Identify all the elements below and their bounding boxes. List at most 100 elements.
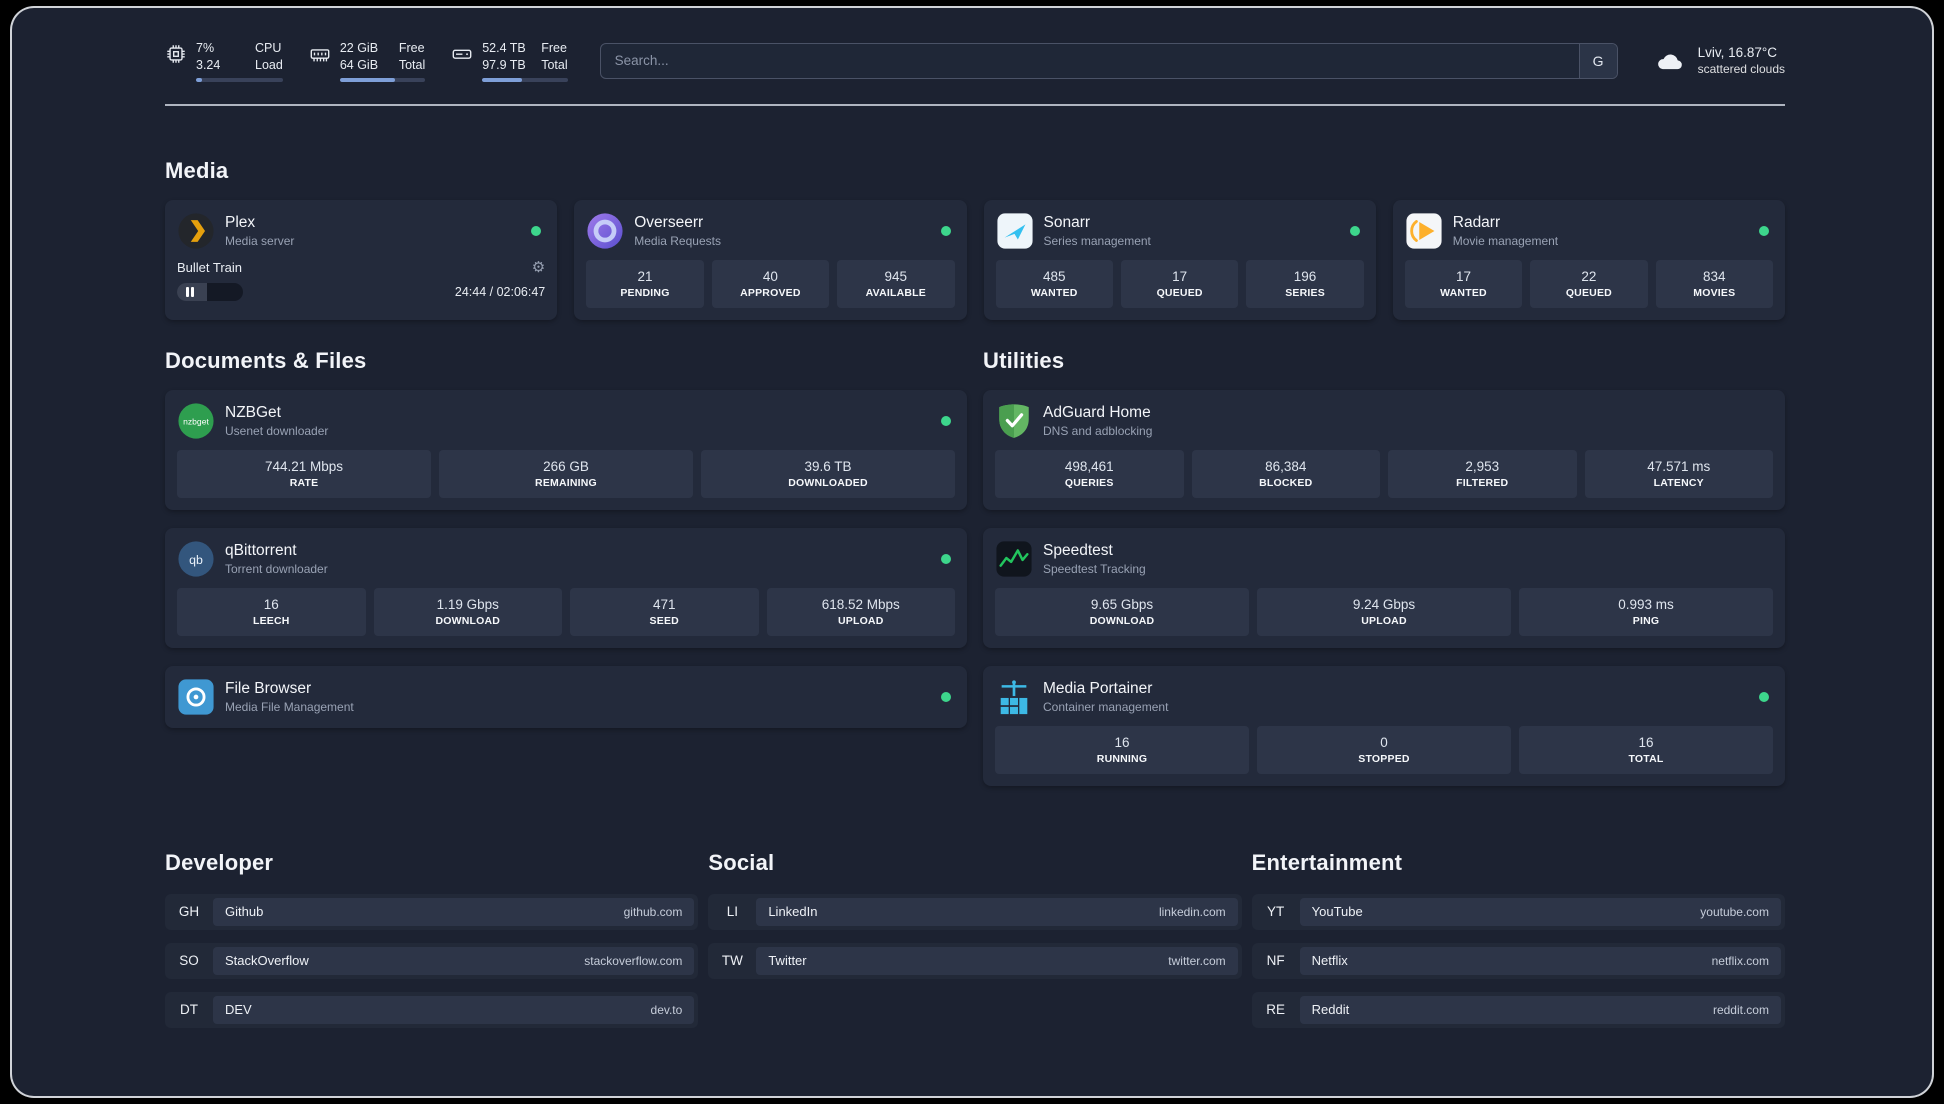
cpu-usage-bar <box>196 77 283 82</box>
bookmark-youtube[interactable]: YT YouTube youtube.com <box>1251 893 1785 930</box>
nzbget-icon: nzbget <box>177 402 215 440</box>
qbittorrent-icon: qb <box>177 540 215 578</box>
stat-label: QUEUED <box>1565 286 1612 299</box>
app-name: qBittorrent <box>225 541 297 559</box>
nzbget-stats: 744.21 Mbps RATE 266 GB REMAINING 39.6 T… <box>177 449 955 498</box>
disk-icon <box>452 49 472 59</box>
speedtest-stats: 9.65 Gbps DOWNLOAD 9.24 Gbps UPLOAD 0.99… <box>995 587 1773 636</box>
stat-upload: 618.52 Mbps UPLOAD <box>766 587 955 636</box>
stat-value: 9.65 Gbps <box>1090 596 1154 612</box>
bookmark-abbr: TW <box>721 953 743 969</box>
stat-pending: 21 PENDING <box>586 259 704 308</box>
stat-latency: 47.571 ms LATENCY <box>1584 449 1773 498</box>
stat-value: 945 <box>884 268 908 284</box>
filebrowser-icon <box>177 678 215 716</box>
disk-total-value: 97.9 TB <box>482 57 526 72</box>
bookmark-dev[interactable]: DT DEV dev.to <box>165 991 699 1028</box>
disk-usage-bar <box>482 77 568 82</box>
app-desc: Speedtest Tracking <box>1043 561 1146 576</box>
qbittorrent-card[interactable]: qb qBittorrent Torrent downloader 16 LEE… <box>165 527 967 648</box>
nzbget-card[interactable]: nzbget NZBGet Usenet downloader 744.21 M… <box>165 389 967 510</box>
stat-label: STOPPED <box>1358 752 1410 765</box>
bookmarks-entertainment: Entertainment YT YouTube youtube.com NF … <box>1251 850 1785 1041</box>
stat-value: 39.6 TB <box>804 458 852 474</box>
stat-label: WANTED <box>1440 286 1487 299</box>
overseerr-card[interactable]: Overseerr Media Requests 21 PENDING 40 A… <box>574 199 967 320</box>
stat-label: RATE <box>289 476 319 489</box>
seek-bar[interactable] <box>177 282 243 301</box>
stat-label: DOWNLOAD <box>1089 614 1155 627</box>
app-desc: Media server <box>225 233 295 248</box>
stat-value: 485 <box>1042 268 1066 284</box>
speedtest-card[interactable]: Speedtest Speedtest Tracking 9.65 Gbps D… <box>983 527 1785 648</box>
plex-icon <box>177 212 215 250</box>
app-name: Radarr <box>1452 213 1501 231</box>
portainer-card-header: Media Portainer Container management <box>995 678 1773 716</box>
bookmark-reddit[interactable]: RE Reddit reddit.com <box>1251 991 1785 1028</box>
stat-blocked: 86,384 BLOCKED <box>1191 449 1380 498</box>
stat-label: DOWNLOADED <box>788 476 868 489</box>
app-name: Speedtest <box>1043 541 1113 559</box>
bookmark-url: reddit.com <box>1712 1002 1769 1017</box>
sonarr-card-header: Sonarr Series management <box>996 212 1364 250</box>
cpu-load-value: 3.24 <box>196 57 221 72</box>
bookmark-linkedin[interactable]: LI LinkedIn linkedin.com <box>708 893 1242 930</box>
stat-label: PENDING <box>620 286 670 299</box>
filebrowser-card[interactable]: File Browser Media File Management <box>165 665 967 728</box>
stat-running: 16 RUNNING <box>995 725 1249 774</box>
app-name: NZBGet <box>225 403 281 421</box>
search-engine-button[interactable]: G <box>1578 43 1617 78</box>
overseerr-stats: 21 PENDING 40 APPROVED 945 AVAILABLE <box>586 259 955 308</box>
stat-value: 16 <box>263 596 279 612</box>
search-bar: G <box>599 42 1618 79</box>
adguard-card-header: AdGuard Home DNS and adblocking <box>995 402 1773 440</box>
app-desc: Torrent downloader <box>225 561 328 576</box>
bookmark-github[interactable]: GH Github github.com <box>165 893 699 930</box>
adguard-card[interactable]: AdGuard Home DNS and adblocking 498,461 … <box>983 389 1785 510</box>
status-dot <box>941 691 951 702</box>
status-dot <box>940 225 951 236</box>
stat-queries: 498,461 QUERIES <box>995 449 1184 498</box>
overseerr-card-header: Overseerr Media Requests <box>586 212 954 250</box>
stat-value: 834 <box>1703 268 1726 284</box>
stat-value: 16 <box>1638 734 1654 750</box>
bookmark-url: twitter.com <box>1168 953 1226 968</box>
stat-label: DOWNLOAD <box>435 614 501 627</box>
bookmark-url: youtube.com <box>1700 904 1769 919</box>
app-desc: Container management <box>1043 699 1169 714</box>
radarr-card[interactable]: Radarr Movie management 17 WANTED 22 QUE… <box>1392 199 1785 320</box>
portainer-card[interactable]: Media Portainer Container management 16 … <box>983 665 1785 786</box>
bookmark-name: Github <box>225 904 264 920</box>
sonarr-icon <box>996 212 1034 250</box>
bookmark-twitter[interactable]: TW Twitter twitter.com <box>708 942 1242 979</box>
bookmark-stackoverflow[interactable]: SO StackOverflow stackoverflow.com <box>165 942 699 979</box>
app-name: Overseerr <box>634 213 704 231</box>
stat-stopped: 0 STOPPED <box>1257 725 1511 774</box>
search-input[interactable] <box>600 43 1579 78</box>
stat-value: 1.19 Gbps <box>436 596 499 612</box>
plex-card[interactable]: Plex Media server Bullet Train ⚙ 24:44 /… <box>165 199 558 320</box>
pause-icon[interactable] <box>186 286 194 297</box>
ram-free-label: Free <box>398 41 425 55</box>
cpu-usage-value: 7% <box>196 41 215 55</box>
system-metrics: 7% 3.24 CPU Load 22 GiB 64 GiB Free Tota… <box>165 40 568 82</box>
stat-value: 21 <box>637 268 653 284</box>
status-dot <box>941 415 951 426</box>
adguard-stats: 498,461 QUERIES 86,384 BLOCKED 2,953 FIL… <box>995 449 1773 498</box>
portainer-icon <box>995 678 1033 716</box>
stat-value: 22 <box>1581 268 1597 284</box>
app-desc: Movie management <box>1452 233 1559 248</box>
app-name: Plex <box>225 213 256 231</box>
stat-label: WANTED <box>1030 286 1078 299</box>
stat-wanted: 485 WANTED <box>995 259 1113 308</box>
sonarr-card[interactable]: Sonarr Series management 485 WANTED 17 Q… <box>983 199 1376 320</box>
stat-value: 17 <box>1455 268 1471 284</box>
bookmark-netflix[interactable]: NF Netflix netflix.com <box>1251 942 1785 979</box>
stat-value: 266 GB <box>543 458 589 474</box>
playback-time: 24:44 / 02:06:47 <box>454 284 546 299</box>
stat-label: AVAILABLE <box>865 286 926 299</box>
stat-label: LEECH <box>252 614 290 627</box>
stat-download: 1.19 Gbps DOWNLOAD <box>373 587 562 636</box>
stat-label: UPLOAD <box>1361 614 1407 627</box>
gear-icon[interactable]: ⚙ <box>532 260 545 275</box>
